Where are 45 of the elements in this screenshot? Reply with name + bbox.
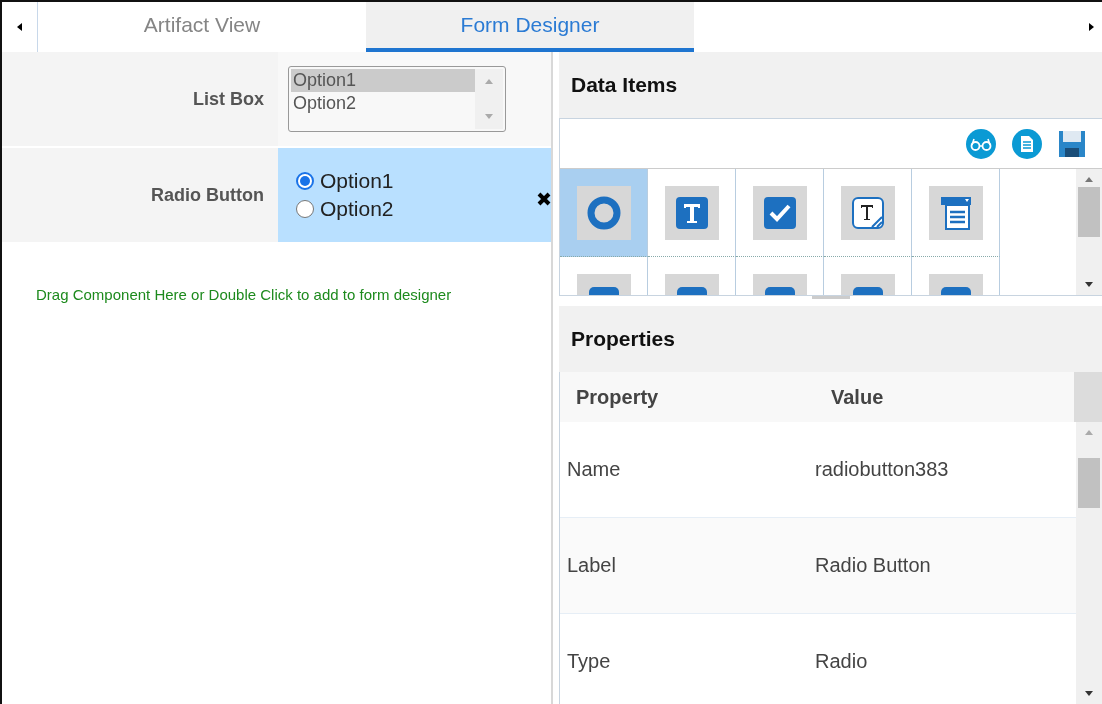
table-cell-text: Label (566, 554, 617, 577)
table-cell: radiobutton383 (815, 458, 949, 481)
column-header: Value (830, 385, 885, 409)
radio-button[interactable] (296, 200, 314, 218)
table-cell: Radio Button (815, 554, 931, 577)
text-area-icon (849, 194, 886, 231)
scrollbar[interactable] (1076, 169, 1102, 295)
radio-label: Option2 (320, 197, 394, 221)
field-label: Radio Button (150, 184, 265, 206)
table-cell: Radio (815, 650, 868, 673)
glasses-icon[interactable] (966, 128, 996, 159)
close-icon[interactable] (537, 192, 551, 206)
scrollbar-corner (1074, 372, 1102, 422)
palette-cell[interactable] (736, 169, 824, 257)
column-header: Property (575, 385, 660, 409)
document-icon[interactable] (1012, 128, 1042, 159)
field-control-area[interactable]: Option1 Option2 (278, 148, 551, 242)
field-label: List Box (192, 88, 265, 110)
radio-icon (585, 194, 622, 231)
list-box[interactable]: Option1 Option2 (288, 66, 506, 132)
table-cell-text: Type (566, 650, 612, 673)
checkbox-icon (761, 194, 798, 231)
radio-button[interactable] (296, 172, 314, 190)
table-cell-text: Name (566, 458, 622, 481)
list-option[interactable]: Option1 (291, 69, 475, 92)
tab[interactable]: Form Designer (366, 2, 694, 52)
palette-cell[interactable] (824, 169, 912, 257)
palette-cell[interactable] (560, 169, 648, 257)
scroll-up-icon[interactable] (1084, 175, 1094, 185)
palette-cell[interactable] (648, 169, 736, 257)
list-option[interactable]: Option2 (291, 92, 475, 115)
palette-cell[interactable] (912, 169, 1000, 257)
scroll-down-icon[interactable] (1084, 279, 1094, 289)
drop-hint: Drag Component Here or Double Click to add to form designer (35, 285, 453, 303)
scrollbar[interactable] (1076, 422, 1102, 704)
scrollbar-thumb[interactable] (1078, 458, 1100, 508)
field-control-area[interactable]: Option1 Option2 (278, 52, 551, 146)
text-icon (673, 194, 710, 231)
panel-title: Properties (571, 327, 675, 351)
scroll-right-icon[interactable] (1086, 22, 1096, 32)
radio-label: Option1 (320, 169, 394, 193)
scroll-down-icon[interactable] (1084, 688, 1094, 698)
panel-title: Data Items (571, 73, 678, 97)
save-icon[interactable] (1058, 129, 1086, 158)
scrollbar-thumb[interactable] (1078, 187, 1100, 237)
